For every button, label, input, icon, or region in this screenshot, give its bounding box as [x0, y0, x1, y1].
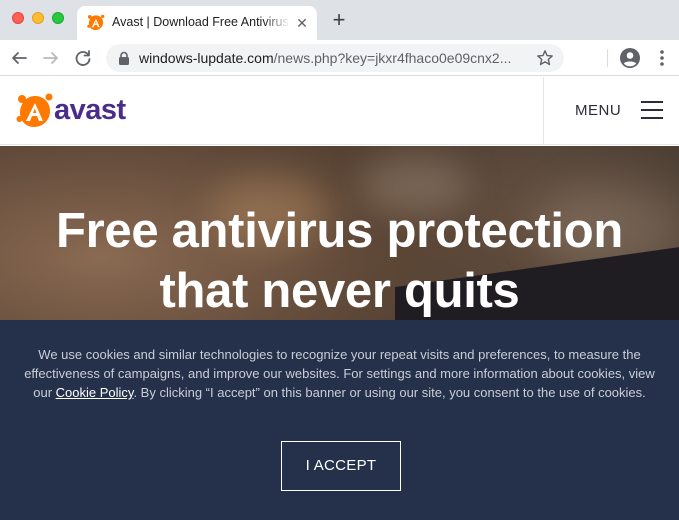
account-circle-icon[interactable]: [619, 47, 641, 69]
menu-label: MENU: [575, 102, 622, 119]
window-zoom-button[interactable]: [52, 12, 64, 24]
back-arrow-icon[interactable]: [8, 47, 30, 69]
logo-text: avast: [54, 94, 126, 126]
cookie-banner-text: We use cookies and similar technologies …: [20, 345, 659, 402]
plus-icon[interactable]: +: [328, 9, 350, 31]
url-host: windows-lupdate.com: [139, 50, 274, 66]
toolbar-divider: [607, 49, 608, 67]
cookie-banner: We use cookies and similar technologies …: [0, 320, 679, 520]
avast-logo-icon: [16, 93, 53, 127]
window-minimize-button[interactable]: [32, 12, 44, 24]
browser-tabstrip: Avast | Download Free Antivirus & VPN ✕ …: [0, 0, 679, 40]
menu-button[interactable]: MENU: [543, 77, 679, 145]
hero-title: Free antivirus protection that never qui…: [0, 201, 679, 321]
url-path: /news.php?key=jkxr4fhaco0e09cnx2...: [273, 50, 512, 66]
avast-logo-icon: [87, 14, 105, 31]
kebab-menu-icon[interactable]: [655, 48, 669, 68]
address-bar[interactable]: windows-lupdate.com/news.php?key=jkxr4fh…: [106, 44, 564, 72]
reload-icon[interactable]: [72, 47, 94, 69]
browser-tab-active[interactable]: Avast | Download Free Antivirus & VPN ✕: [77, 6, 317, 40]
window-close-button[interactable]: [12, 12, 24, 24]
browser-toolbar: windows-lupdate.com/news.php?key=jkxr4fh…: [0, 40, 679, 76]
cookie-text-after: . By clicking “I accept” on this banner …: [133, 385, 646, 400]
cookie-policy-link[interactable]: Cookie Policy: [56, 385, 134, 400]
close-icon[interactable]: ✕: [293, 14, 311, 32]
forward-arrow-icon[interactable]: [40, 47, 62, 69]
url-text[interactable]: windows-lupdate.com/news.php?key=jkxr4fh…: [139, 50, 529, 66]
tab-title: Avast | Download Free Antivirus & VPN: [112, 15, 290, 29]
lock-icon[interactable]: [118, 51, 130, 65]
site-header: avast MENU: [0, 77, 679, 145]
avast-logo[interactable]: avast: [16, 92, 136, 132]
hero-title-line1: Free antivirus protection: [55, 204, 623, 258]
hero-title-line2: that never quits: [159, 264, 520, 318]
hamburger-icon[interactable]: [641, 101, 663, 119]
star-icon[interactable]: [536, 49, 554, 67]
accept-cookies-button[interactable]: I ACCEPT: [281, 441, 401, 491]
